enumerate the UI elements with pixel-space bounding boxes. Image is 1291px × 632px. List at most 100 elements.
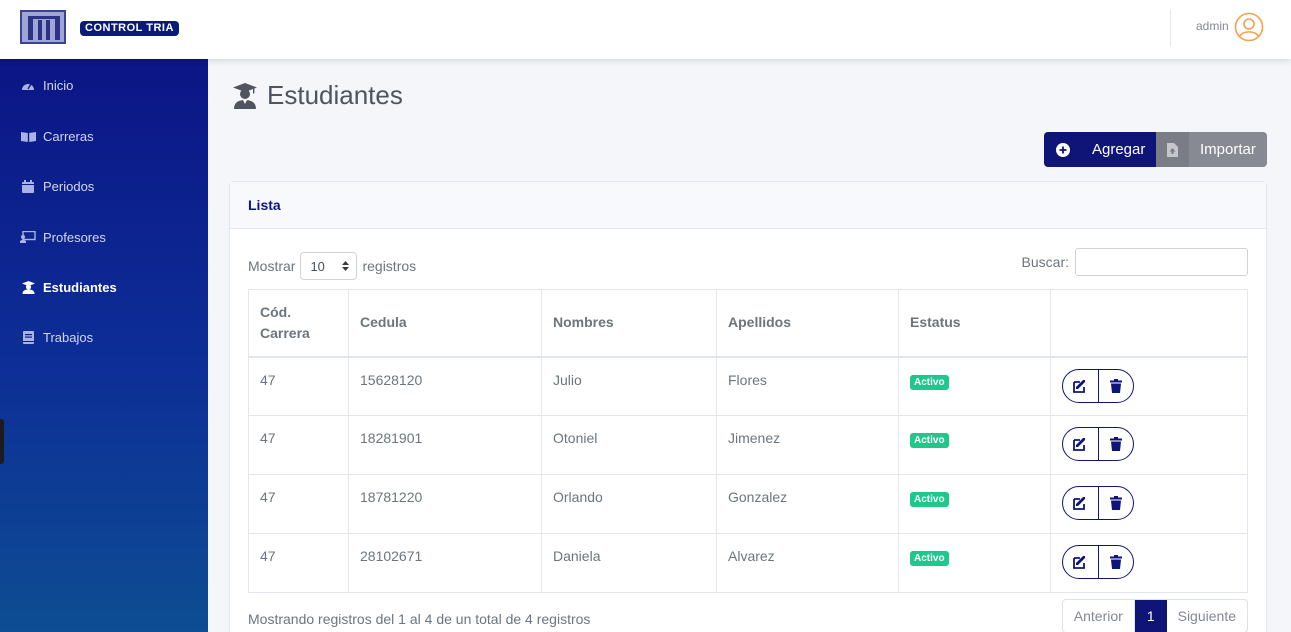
status-badge: Activo <box>910 374 949 390</box>
cell-code: 47 <box>248 356 349 416</box>
brand-name[interactable]: CONTROL TRIA <box>80 21 179 36</box>
add-button[interactable]: Agregar <box>1044 132 1156 167</box>
add-button-label: Agregar <box>1092 141 1146 158</box>
app-logo[interactable] <box>20 10 66 44</box>
edit-button[interactable] <box>1063 487 1098 519</box>
cell-code: 47 <box>248 415 349 475</box>
edit-icon <box>1073 497 1085 510</box>
sidebar-item-carreras[interactable]: Carreras <box>20 126 94 146</box>
table-info: Mostrando registros del 1 al 4 de un tot… <box>248 611 591 627</box>
trash-icon <box>1110 555 1122 569</box>
table-header-row: Cód. Carrera Cedula Nombres Apellidos Est… <box>248 289 1248 358</box>
delete-button[interactable] <box>1098 428 1133 460</box>
edit-button[interactable] <box>1063 546 1098 578</box>
cell-actions <box>1050 474 1248 534</box>
page-title: Estudiantes <box>233 80 403 111</box>
file-upload-icon <box>1156 132 1189 167</box>
column-header-code[interactable]: Cód. Carrera <box>248 289 349 358</box>
dashboard-icon <box>20 78 36 92</box>
cell-actions <box>1050 356 1248 416</box>
book-icon <box>20 330 36 344</box>
trash-icon <box>1110 378 1122 393</box>
search-input[interactable] <box>1075 248 1248 276</box>
delete-button[interactable] <box>1098 487 1133 519</box>
pagination-previous[interactable]: Anterior <box>1063 600 1135 632</box>
status-badge: Activo <box>910 551 949 566</box>
column-header-code-line2: Carrera <box>260 324 310 341</box>
delete-button[interactable] <box>1098 546 1133 578</box>
sidebar-item-profesores[interactable]: Profesores <box>20 227 106 247</box>
sidebar-item-label: Trabajos <box>43 329 94 345</box>
cell-cedula: 18281901 <box>348 415 542 475</box>
sidebar-item-trabajos[interactable]: Trabajos <box>20 327 93 347</box>
table-row: 47 28102671 Daniela Alvarez Activo <box>248 533 1248 593</box>
column-header-code-line1: Cód. <box>260 303 292 320</box>
sidebar-item-label: Estudiantes <box>43 279 117 295</box>
row-action-group <box>1062 486 1134 520</box>
sidebar-item-label: Periodos <box>43 178 95 194</box>
status-badge: Activo <box>910 492 949 507</box>
pagination-page-1[interactable]: 1 <box>1134 600 1167 632</box>
sidebar-item-label: Profesores <box>43 229 106 245</box>
students-table: Cód. Carrera Cedula Nombres Apellidos Est… <box>248 289 1248 593</box>
search-label: Buscar: <box>1021 254 1069 270</box>
cell-estatus: Activo <box>898 415 1051 475</box>
cell-apellidos: Flores <box>716 356 899 416</box>
column-header-cedula[interactable]: Cedula <box>348 289 542 358</box>
sidebar-item-estudiantes[interactable]: Estudiantes <box>20 277 117 297</box>
edit-button[interactable] <box>1063 428 1098 460</box>
column-header-actions <box>1050 289 1248 358</box>
trash-icon <box>1110 496 1122 510</box>
cell-estatus: Activo <box>898 356 1051 416</box>
cell-nombres: Daniela <box>541 533 717 593</box>
cell-code: 47 <box>248 474 349 534</box>
column-header-apellidos[interactable]: Apellidos <box>716 289 899 358</box>
sidebar-item-periodos[interactable]: Periodos <box>20 176 94 196</box>
top-navbar: CONTROL TRIA admin <box>0 0 1291 59</box>
delete-button[interactable] <box>1098 369 1133 402</box>
show-label: Mostrar <box>248 258 296 274</box>
cell-actions <box>1050 533 1248 593</box>
page-length-control: Mostrar 10 registros <box>248 252 416 280</box>
page-title-text: Estudiantes <box>267 80 403 110</box>
sidebar-item-label: Inicio <box>43 77 74 93</box>
pagination: Anterior 1 Siguiente <box>1061 599 1248 632</box>
cell-apellidos: Alvarez <box>716 533 899 593</box>
column-header-nombres[interactable]: Nombres <box>541 289 717 358</box>
cell-estatus: Activo <box>898 533 1051 593</box>
cell-nombres: Julio <box>541 356 717 416</box>
students-card: Lista Mostrar 10 registros Buscar: Cód. C… <box>229 181 1267 632</box>
calendar-icon <box>20 179 36 193</box>
plus-circle-icon <box>1044 142 1082 157</box>
table-row: 47 18781220 Orlando Gonzalez Activo <box>248 474 1248 534</box>
sidebar-item-inicio[interactable]: Inicio <box>20 75 73 95</box>
edit-icon <box>1073 438 1085 451</box>
cell-apellidos: Jimenez <box>716 415 899 475</box>
cell-nombres: Otoniel <box>541 415 717 475</box>
user-name[interactable]: admin <box>1196 19 1229 33</box>
pagination-next[interactable]: Siguiente <box>1167 600 1247 632</box>
user-avatar-icon[interactable] <box>1234 12 1264 42</box>
table-row: 47 15628120 Julio Flores Activo <box>248 356 1248 416</box>
cell-actions <box>1050 415 1248 475</box>
status-badge: Activo <box>910 433 949 448</box>
action-buttons: Agregar Importar <box>1044 132 1267 167</box>
sidebar-item-label: Carreras <box>43 128 94 144</box>
sort-arrows-icon <box>342 261 350 271</box>
import-button[interactable]: Importar <box>1156 132 1267 167</box>
topbar-divider <box>1170 9 1171 47</box>
trash-icon <box>1110 437 1122 451</box>
card-title: Lista <box>248 197 281 213</box>
book-open-icon <box>20 129 36 143</box>
cell-cedula: 28102671 <box>348 533 542 593</box>
column-header-estatus[interactable]: Estatus <box>898 289 1051 358</box>
page-length-select[interactable]: 10 <box>300 252 358 280</box>
card-header: Lista <box>230 182 1266 229</box>
cell-code: 47 <box>248 533 349 593</box>
row-action-group <box>1062 545 1134 579</box>
cell-estatus: Activo <box>898 474 1051 534</box>
edit-button[interactable] <box>1063 370 1098 402</box>
chalkboard-teacher-icon <box>20 230 36 244</box>
cell-nombres: Orlando <box>541 474 717 534</box>
edit-icon <box>1073 379 1085 393</box>
